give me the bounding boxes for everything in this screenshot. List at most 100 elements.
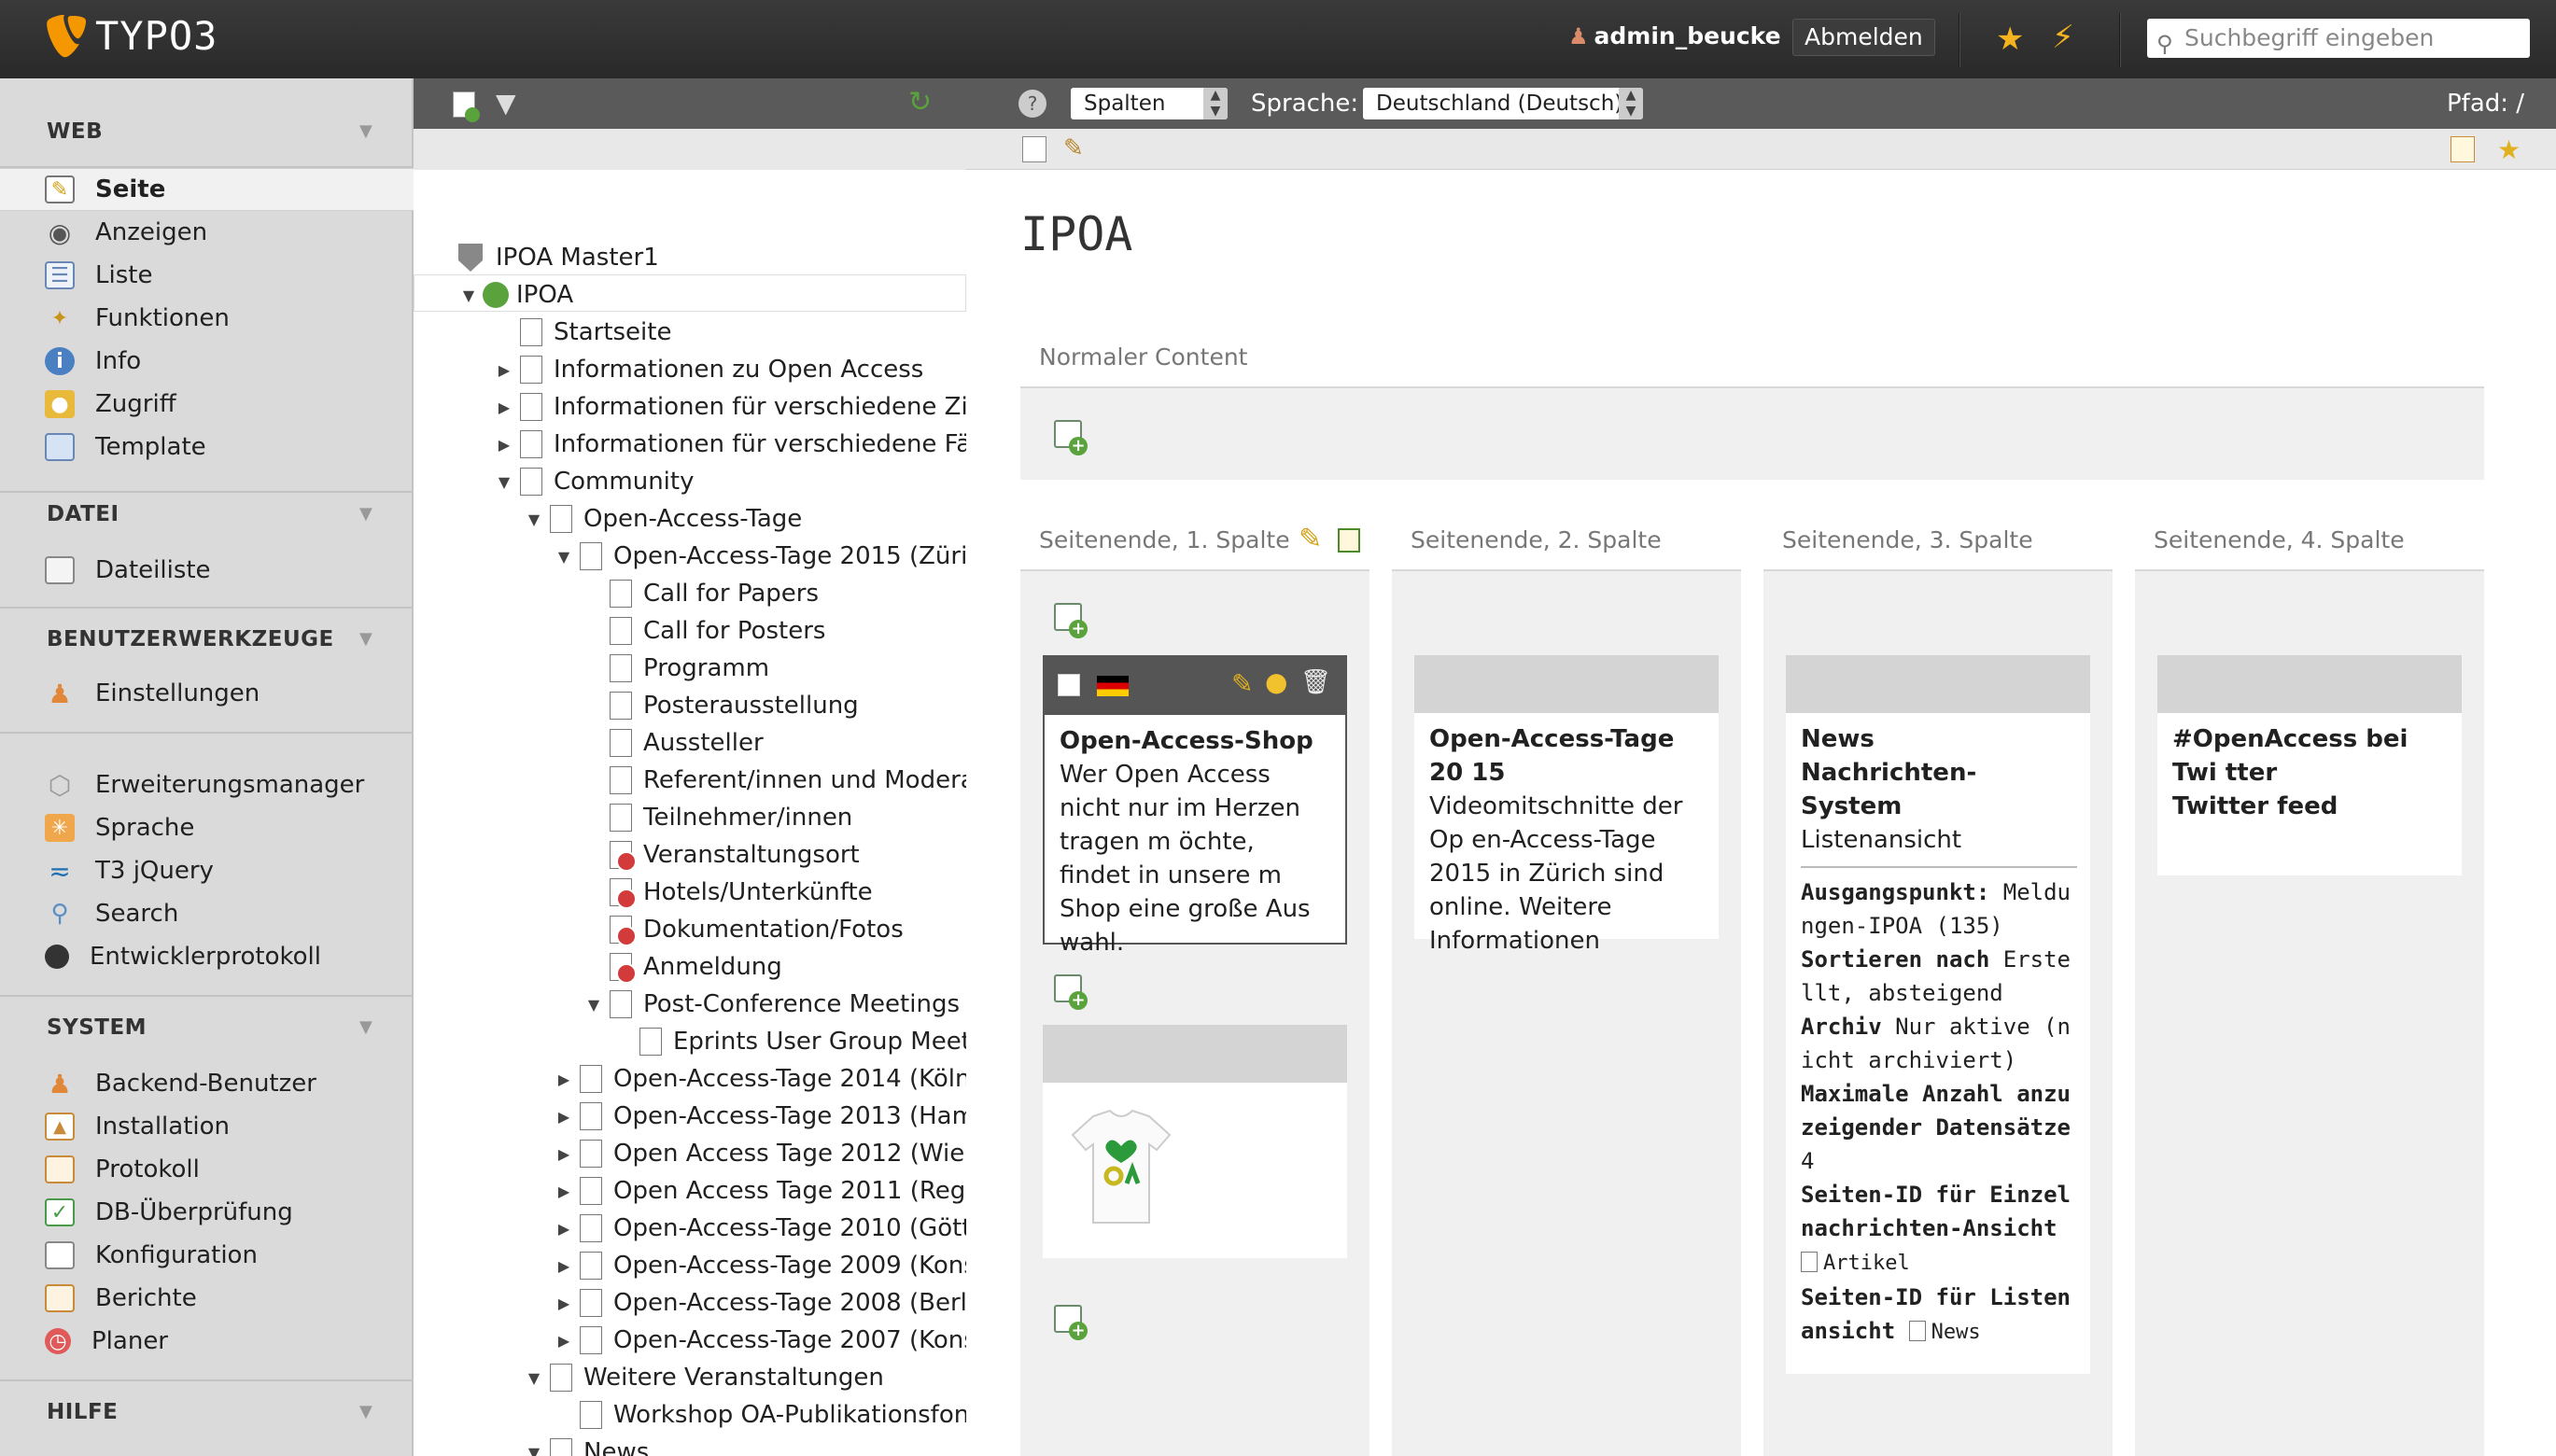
delete-icon[interactable]: 🗑 <box>1300 668 1331 696</box>
tree-node[interactable]: ▶ Open Access Tage 2012 (Wien) <box>554 1135 966 1172</box>
module-einstellungen[interactable]: ♟ Einstellungen <box>0 672 414 715</box>
collapse-icon[interactable]: ▼ <box>524 1444 544 1456</box>
collapse-arrow-icon[interactable]: ▼ <box>359 1402 372 1421</box>
module-anzeigen[interactable]: ◉ Anzeigen <box>0 211 414 254</box>
module-seite[interactable]: ✎ Seite <box>0 168 414 211</box>
collapse-icon[interactable]: ▼ <box>524 511 544 528</box>
tree-node[interactable]: ▼ Weitere Veranstaltungen <box>524 1359 884 1396</box>
group-title-benutzerwerkzeuge[interactable]: BENUTZERWERKZEUGE <box>47 627 334 651</box>
tree-node[interactable]: ▶ Informationen für verschiedene Zielg <box>494 388 966 426</box>
expand-icon[interactable]: ▶ <box>554 1332 574 1350</box>
tree-node[interactable]: Hotels/Unterkünfte <box>583 874 873 911</box>
module-installation[interactable]: ▲ Installation <box>0 1105 414 1148</box>
tree-node[interactable]: Eprints User Group Meetin <box>613 1023 966 1060</box>
tree-node[interactable]: Aussteller <box>583 724 764 762</box>
expand-icon[interactable]: ▶ <box>494 361 514 379</box>
tree-node[interactable]: Call for Papers <box>583 575 819 612</box>
lightning-icon[interactable]: ⚡ <box>2052 19 2074 56</box>
bulb-icon[interactable]: ● <box>1265 666 1287 697</box>
tree-node[interactable]: ▶ Informationen zu Open Access <box>494 351 923 388</box>
module-berichte[interactable]: Berichte <box>0 1277 414 1320</box>
content-element-shop[interactable]: ✎ ● 🗑 Open-Access-Shop Wer Open Access n… <box>1043 655 1347 957</box>
tree-node[interactable]: Posterausstellung <box>583 687 859 724</box>
expand-icon[interactable]: ▶ <box>554 1220 574 1238</box>
expand-icon[interactable]: ▶ <box>554 1257 574 1275</box>
view-page-icon[interactable] <box>1022 136 1046 162</box>
tree-node[interactable]: Anmeldung <box>583 948 782 986</box>
tree-node[interactable]: ▶ Open-Access-Tage 2007 (Konst <box>554 1322 966 1359</box>
tree-node[interactable]: Veranstaltungsort <box>583 836 860 874</box>
new-content-button[interactable] <box>1054 603 1088 638</box>
content-element-twitter[interactable]: #OpenAccess bei Twi tter Twitter feed <box>2157 655 2462 875</box>
tree-node[interactable]: ▶ Informationen für verschiedene Fäch <box>494 426 966 463</box>
tree-node[interactable]: ▶ Open-Access-Tage 2014 (Köln) <box>554 1060 966 1098</box>
group-title-datei[interactable]: DATEI <box>47 502 119 526</box>
tree-node[interactable]: ▶ Open-Access-Tage 2009 (Konst <box>554 1247 966 1284</box>
expand-icon[interactable]: ▶ <box>554 1295 574 1312</box>
typo3-logo[interactable]: TYPO3 <box>45 13 218 59</box>
help-icon[interactable]: ? <box>1018 90 1046 118</box>
collapse-icon[interactable]: ▼ <box>524 1369 544 1387</box>
user-menu[interactable]: ♟ admin_beucke <box>1568 22 1781 49</box>
module-entwicklerprotokoll[interactable]: Entwicklerprotokoll <box>0 935 414 978</box>
new-content-icon[interactable]: ★ <box>2497 134 2521 165</box>
collapse-icon[interactable]: ▼ <box>583 996 604 1014</box>
tree-node[interactable]: ▶ Open-Access-Tage 2008 (Berlin <box>554 1284 966 1322</box>
tree-node[interactable]: ▼ Community <box>494 463 694 500</box>
module-sprache[interactable]: ✳ Sprache <box>0 806 414 849</box>
content-element-image[interactable] <box>1043 1025 1347 1258</box>
tree-node[interactable]: ▼ IPOA <box>458 276 573 314</box>
expand-icon[interactable]: ▶ <box>554 1145 574 1163</box>
language-select[interactable]: Deutschland (Deutsch) ▲ ▼ <box>1363 88 1643 119</box>
collapse-arrow-icon[interactable]: ▼ <box>359 629 372 649</box>
collapse-icon[interactable]: ▼ <box>458 287 479 304</box>
module-zugriff[interactable]: ● Zugriff <box>0 383 414 426</box>
tree-node[interactable]: Startseite <box>494 314 671 351</box>
tree-node[interactable]: Referent/innen und Moderato <box>583 762 966 799</box>
module-konfiguration[interactable]: Konfiguration <box>0 1234 414 1277</box>
collapse-icon[interactable]: ▼ <box>494 473 514 491</box>
tree-node[interactable]: Call for Posters <box>583 612 825 650</box>
expand-icon[interactable]: ▶ <box>554 1108 574 1126</box>
new-content-button[interactable] <box>1054 1305 1088 1340</box>
tree-node[interactable]: Programm <box>583 650 769 687</box>
expand-icon[interactable]: ▶ <box>554 1071 574 1088</box>
group-title-web[interactable]: WEB <box>47 119 103 144</box>
group-title-hilfe[interactable]: HILFE <box>47 1400 118 1424</box>
module-info[interactable]: i Info <box>0 340 414 383</box>
content-element-news[interactable]: News Nachrichten-System Listenansicht Au… <box>1786 655 2090 1374</box>
paste-icon[interactable] <box>1338 528 1360 553</box>
tree-node[interactable]: ▶ Open Access Tage 2011 (Reger <box>554 1172 966 1210</box>
tree-node[interactable]: ▼ Open-Access-Tage <box>524 500 802 538</box>
tree-node[interactable]: ▶ Open-Access-Tage 2010 (Göttir <box>554 1210 966 1247</box>
refresh-icon[interactable]: ↻ <box>908 86 932 119</box>
tree-root[interactable]: IPOA Master1 <box>458 239 659 276</box>
module-backend-benutzer[interactable]: ♟ Backend-Benutzer <box>0 1062 414 1105</box>
page-properties-icon[interactable] <box>2451 136 2475 162</box>
expand-icon[interactable]: ▶ <box>554 1183 574 1200</box>
view-select[interactable]: Spalten ▲ ▼ <box>1071 88 1228 119</box>
module-funktionen[interactable]: ✦ Funktionen <box>0 297 414 340</box>
group-title-system[interactable]: SYSTEM <box>47 1015 147 1040</box>
new-content-button[interactable] <box>1054 420 1088 455</box>
filter-icon[interactable]: ▼ <box>496 88 516 119</box>
collapse-icon[interactable]: ▼ <box>554 548 574 566</box>
tree-node[interactable]: ▶ Open-Access-Tage 2013 (Hamb <box>554 1098 966 1135</box>
tree-node[interactable]: ▼ Open-Access-Tage 2015 (Züric <box>554 538 966 575</box>
logout-button[interactable]: Abmelden <box>1792 19 1935 56</box>
module-search[interactable]: ⚲ Search <box>0 892 414 935</box>
collapse-arrow-icon[interactable]: ▼ <box>359 121 372 141</box>
expand-icon[interactable]: ▶ <box>494 436 514 454</box>
pencil-icon[interactable]: ✎ <box>1299 523 1322 555</box>
new-content-button[interactable] <box>1054 974 1088 1010</box>
module-dateiliste[interactable]: Dateiliste <box>0 549 414 592</box>
search-input[interactable]: ⚲ Suchbegriff eingeben <box>2147 19 2530 58</box>
tree-node[interactable]: ▼ News <box>524 1434 649 1456</box>
module-planer[interactable]: ◷ Planer <box>0 1320 414 1363</box>
new-page-icon[interactable] <box>453 91 480 122</box>
tree-node[interactable]: ▼ Post-Conference Meetings <box>583 986 960 1023</box>
tree-node[interactable]: Workshop OA-Publikationsfonds <box>554 1396 966 1434</box>
module-db-ueberpruefung[interactable]: ✓ DB-Überprüfung <box>0 1191 414 1234</box>
collapse-arrow-icon[interactable]: ▼ <box>359 1017 372 1037</box>
module-erweiterungsmanager[interactable]: ⬡ Erweiterungsmanager <box>0 763 414 806</box>
